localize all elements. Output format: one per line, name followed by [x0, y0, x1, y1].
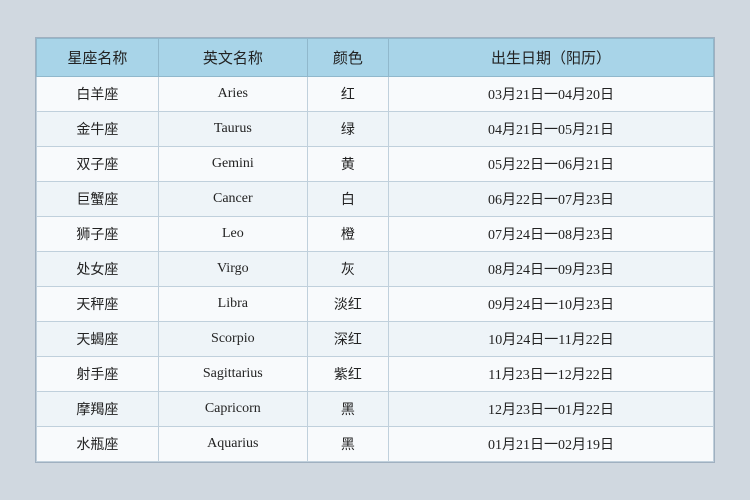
header-color: 颜色 [307, 39, 388, 77]
cell-english: Taurus [158, 112, 307, 147]
cell-date: 07月24日一08月23日 [389, 217, 714, 252]
cell-english: Cancer [158, 182, 307, 217]
cell-date: 04月21日一05月21日 [389, 112, 714, 147]
table-row: 金牛座Taurus绿04月21日一05月21日 [37, 112, 714, 147]
table-row: 双子座Gemini黄05月22日一06月21日 [37, 147, 714, 182]
cell-english: Sagittarius [158, 357, 307, 392]
cell-english: Scorpio [158, 322, 307, 357]
header-english: 英文名称 [158, 39, 307, 77]
cell-color: 淡红 [307, 287, 388, 322]
cell-date: 03月21日一04月20日 [389, 77, 714, 112]
table-row: 天蝎座Scorpio深红10月24日一11月22日 [37, 322, 714, 357]
header-date: 出生日期（阳历） [389, 39, 714, 77]
cell-chinese: 天秤座 [37, 287, 159, 322]
cell-color: 橙 [307, 217, 388, 252]
cell-color: 黑 [307, 392, 388, 427]
cell-color: 紫红 [307, 357, 388, 392]
cell-date: 10月24日一11月22日 [389, 322, 714, 357]
cell-chinese: 水瓶座 [37, 427, 159, 462]
cell-color: 白 [307, 182, 388, 217]
cell-english: Aries [158, 77, 307, 112]
table-row: 水瓶座Aquarius黑01月21日一02月19日 [37, 427, 714, 462]
cell-color: 黄 [307, 147, 388, 182]
cell-english: Capricorn [158, 392, 307, 427]
cell-chinese: 双子座 [37, 147, 159, 182]
cell-date: 12月23日一01月22日 [389, 392, 714, 427]
cell-english: Virgo [158, 252, 307, 287]
cell-chinese: 狮子座 [37, 217, 159, 252]
cell-date: 09月24日一10月23日 [389, 287, 714, 322]
cell-date: 08月24日一09月23日 [389, 252, 714, 287]
cell-english: Gemini [158, 147, 307, 182]
cell-date: 11月23日一12月22日 [389, 357, 714, 392]
table-row: 射手座Sagittarius紫红11月23日一12月22日 [37, 357, 714, 392]
cell-english: Libra [158, 287, 307, 322]
cell-color: 绿 [307, 112, 388, 147]
table-row: 天秤座Libra淡红09月24日一10月23日 [37, 287, 714, 322]
cell-english: Leo [158, 217, 307, 252]
cell-date: 01月21日一02月19日 [389, 427, 714, 462]
cell-english: Aquarius [158, 427, 307, 462]
cell-chinese: 天蝎座 [37, 322, 159, 357]
cell-color: 灰 [307, 252, 388, 287]
zodiac-table-container: 星座名称 英文名称 颜色 出生日期（阳历） 白羊座Aries红03月21日一04… [35, 37, 715, 463]
cell-chinese: 白羊座 [37, 77, 159, 112]
cell-chinese: 摩羯座 [37, 392, 159, 427]
table-row: 处女座Virgo灰08月24日一09月23日 [37, 252, 714, 287]
cell-date: 05月22日一06月21日 [389, 147, 714, 182]
cell-color: 黑 [307, 427, 388, 462]
zodiac-table: 星座名称 英文名称 颜色 出生日期（阳历） 白羊座Aries红03月21日一04… [36, 38, 714, 462]
header-chinese: 星座名称 [37, 39, 159, 77]
table-row: 白羊座Aries红03月21日一04月20日 [37, 77, 714, 112]
cell-date: 06月22日一07月23日 [389, 182, 714, 217]
cell-chinese: 处女座 [37, 252, 159, 287]
cell-chinese: 金牛座 [37, 112, 159, 147]
table-body: 白羊座Aries红03月21日一04月20日金牛座Taurus绿04月21日一0… [37, 77, 714, 462]
table-header-row: 星座名称 英文名称 颜色 出生日期（阳历） [37, 39, 714, 77]
cell-color: 深红 [307, 322, 388, 357]
cell-color: 红 [307, 77, 388, 112]
cell-chinese: 射手座 [37, 357, 159, 392]
table-row: 狮子座Leo橙07月24日一08月23日 [37, 217, 714, 252]
table-row: 摩羯座Capricorn黑12月23日一01月22日 [37, 392, 714, 427]
table-row: 巨蟹座Cancer白06月22日一07月23日 [37, 182, 714, 217]
cell-chinese: 巨蟹座 [37, 182, 159, 217]
